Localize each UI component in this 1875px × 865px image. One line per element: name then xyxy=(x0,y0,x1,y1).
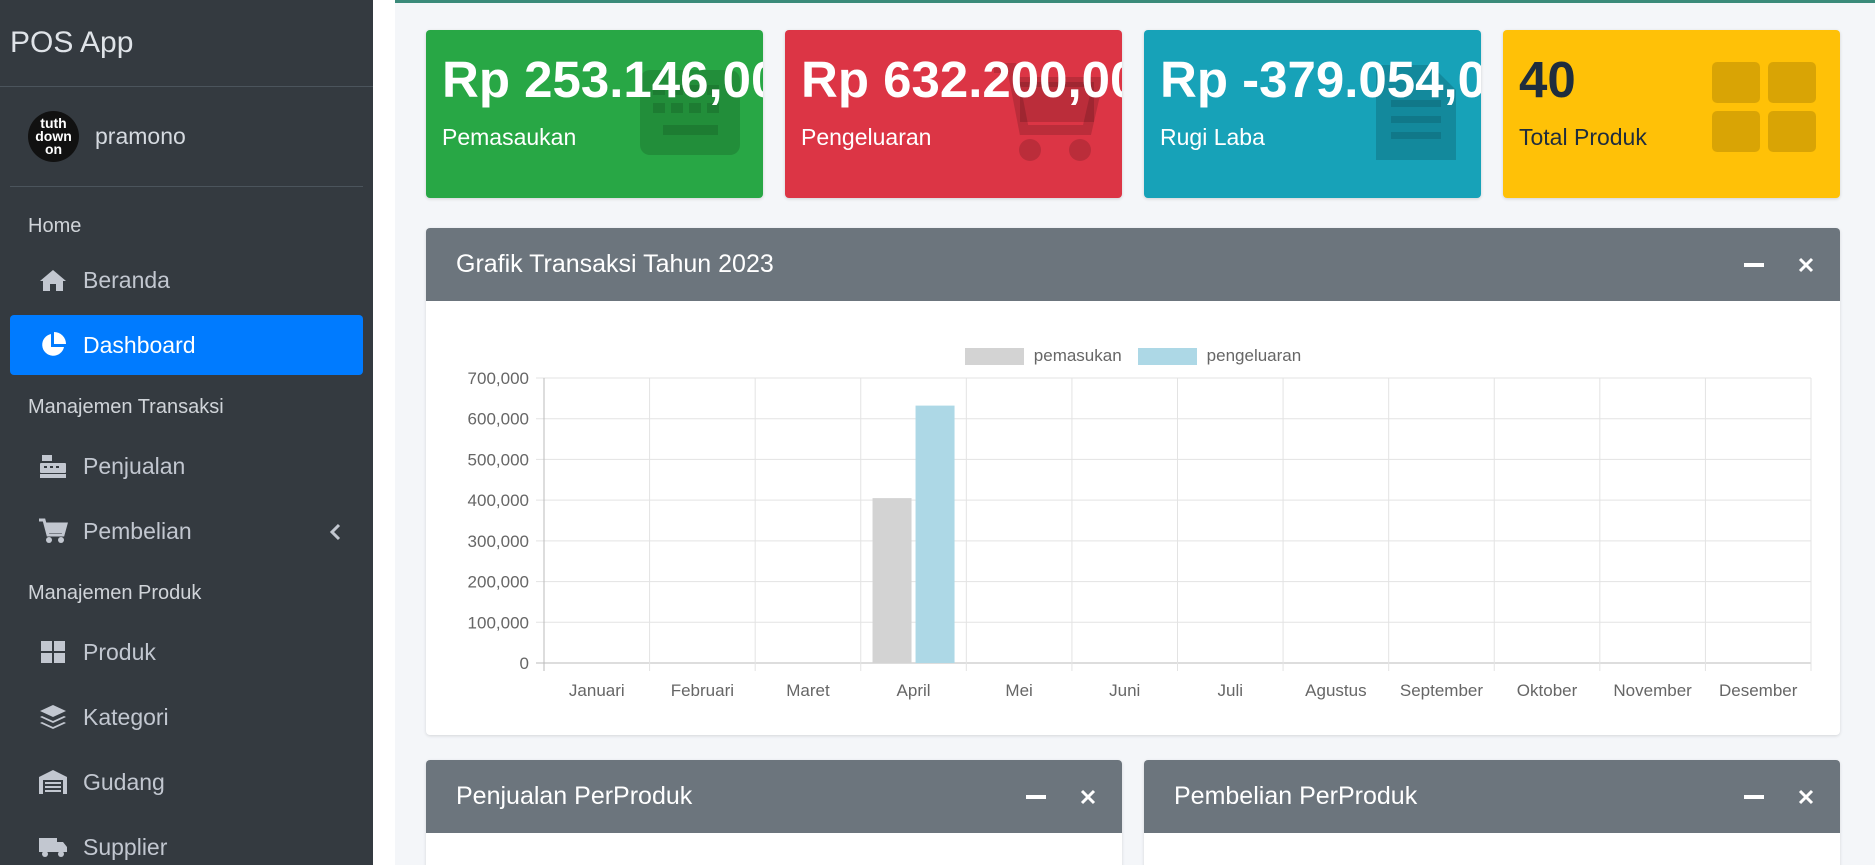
sidebar-item-label: Kategori xyxy=(83,703,169,730)
sidebar-item-label: Beranda xyxy=(83,266,170,293)
x-tick-label: September xyxy=(1400,681,1483,700)
x-tick-label: Oktober xyxy=(1517,681,1578,700)
stat-label: Pengeluaran xyxy=(801,124,932,150)
stat-box-pemasukan: Rp 253.146,00 Pemasaukan xyxy=(426,30,763,198)
sidebar-item-label: Gudang xyxy=(83,768,165,795)
y-tick-label: 500,000 xyxy=(468,450,529,469)
sidebar-item-label: Pembelian xyxy=(83,517,192,544)
cash-register-icon xyxy=(38,451,68,481)
card-tools xyxy=(1742,760,1818,833)
y-tick-label: 300,000 xyxy=(468,532,529,551)
x-tick-label: November xyxy=(1613,681,1692,700)
pie-chart-icon xyxy=(38,330,68,360)
x-tick-label: Juni xyxy=(1109,681,1140,700)
y-tick-label: 700,000 xyxy=(468,369,529,388)
sidebar-item-beranda[interactable]: Beranda xyxy=(10,250,363,310)
bar-pemasukan xyxy=(872,498,912,663)
y-tick-label: 600,000 xyxy=(468,410,529,429)
brand-text: POS App xyxy=(10,26,134,59)
stat-label: Total Produk xyxy=(1519,124,1647,150)
user-panel[interactable]: tuth down on pramono xyxy=(10,87,363,187)
close-icon[interactable] xyxy=(1794,253,1818,277)
card-title: Grafik Transaksi Tahun 2023 xyxy=(456,250,774,278)
sidebar-item-kategori[interactable]: Kategori xyxy=(10,687,363,747)
x-tick-label: Maret xyxy=(786,681,830,700)
cart-icon xyxy=(38,516,68,546)
card-header: Pembelian PerProduk xyxy=(1144,760,1840,833)
layers-icon xyxy=(38,702,68,732)
stat-value: Rp -379.054,00 xyxy=(1160,51,1481,108)
nav-header-transaksi: Manajemen Transaksi xyxy=(28,395,224,418)
content-wrapper: Rp 253.146,00 Pemasaukan Rp 632.200,00 P… xyxy=(373,0,1875,865)
y-tick-label: 0 xyxy=(520,654,529,673)
x-tick-label: Februari xyxy=(671,681,734,700)
x-tick-label: Mei xyxy=(1005,681,1032,700)
stat-label: Rugi Laba xyxy=(1160,124,1265,150)
minus-icon[interactable] xyxy=(1742,253,1766,277)
card-title: Penjualan PerProduk xyxy=(456,782,693,810)
minus-icon[interactable] xyxy=(1742,785,1766,809)
avatar: tuth down on xyxy=(28,111,79,162)
sidebar-item-pembelian[interactable]: Pembelian xyxy=(10,501,363,561)
home-icon xyxy=(38,265,68,295)
grid-icon xyxy=(1710,60,1820,160)
chevron-left-icon[interactable] xyxy=(329,520,341,547)
sidebar-item-supplier[interactable]: Supplier xyxy=(10,817,363,865)
stat-value: Rp 253.146,00 xyxy=(442,51,763,108)
grid-icon xyxy=(38,637,68,667)
content-edge xyxy=(373,0,395,865)
sidebar-item-label: Produk xyxy=(83,638,156,665)
x-tick-label: Januari xyxy=(569,681,625,700)
stat-box-total-produk: 40 Total Produk xyxy=(1503,30,1840,198)
y-tick-label: 200,000 xyxy=(468,573,529,592)
stat-value: 40 xyxy=(1519,51,1576,108)
card-title: Pembelian PerProduk xyxy=(1174,782,1418,810)
sidebar: POS App tuth down on pramono Home Berand… xyxy=(0,0,373,865)
sidebar-item-label: Supplier xyxy=(83,833,168,860)
nav-header-home: Home xyxy=(28,214,82,237)
warehouse-icon xyxy=(38,767,68,797)
close-icon[interactable] xyxy=(1794,785,1818,809)
chart-card: Grafik Transaksi Tahun 2023 pemasukan pe… xyxy=(426,228,1840,735)
sidebar-item-dashboard[interactable]: Dashboard xyxy=(10,315,363,375)
stat-label: Pemasaukan xyxy=(442,124,577,150)
stat-box-rugi-laba: Rp -379.054,00 Rugi Laba xyxy=(1144,30,1481,198)
y-tick-label: 400,000 xyxy=(468,491,529,510)
minus-icon[interactable] xyxy=(1024,785,1048,809)
card-header: Penjualan PerProduk xyxy=(426,760,1122,833)
card-header: Grafik Transaksi Tahun 2023 xyxy=(426,228,1840,301)
y-tick-label: 100,000 xyxy=(468,613,529,632)
avatar-text: on xyxy=(44,141,63,157)
pembelian-perproduk-card: Pembelian PerProduk xyxy=(1144,760,1840,865)
nav-header-produk: Manajemen Produk xyxy=(28,581,202,604)
sidebar-item-gudang[interactable]: Gudang xyxy=(10,752,363,812)
brand-link[interactable]: POS App xyxy=(0,0,373,87)
sidebar-item-penjualan[interactable]: Penjualan xyxy=(10,436,363,496)
card-tools xyxy=(1742,228,1818,301)
sidebar-item-label: Penjualan xyxy=(83,452,186,479)
x-tick-label: Juli xyxy=(1218,681,1244,700)
penjualan-perproduk-card: Penjualan PerProduk xyxy=(426,760,1122,865)
stat-value: Rp 632.200,00 xyxy=(801,51,1122,108)
x-tick-label: Agustus xyxy=(1305,681,1366,700)
bar-pengeluaran xyxy=(915,405,955,663)
stat-box-pengeluaran: Rp 632.200,00 Pengeluaran xyxy=(785,30,1122,198)
sidebar-item-produk[interactable]: Produk xyxy=(10,622,363,682)
user-name: pramono xyxy=(95,123,186,149)
sidebar-item-label: Dashboard xyxy=(83,331,196,358)
truck-icon xyxy=(38,832,68,862)
card-tools xyxy=(1024,760,1100,833)
x-tick-label: April xyxy=(897,681,931,700)
x-tick-label: Desember xyxy=(1719,681,1798,700)
bar-chart: 0 100,000 200,000 300,000 400,000 500,000 600,… xyxy=(468,369,1812,700)
close-icon[interactable] xyxy=(1076,785,1100,809)
